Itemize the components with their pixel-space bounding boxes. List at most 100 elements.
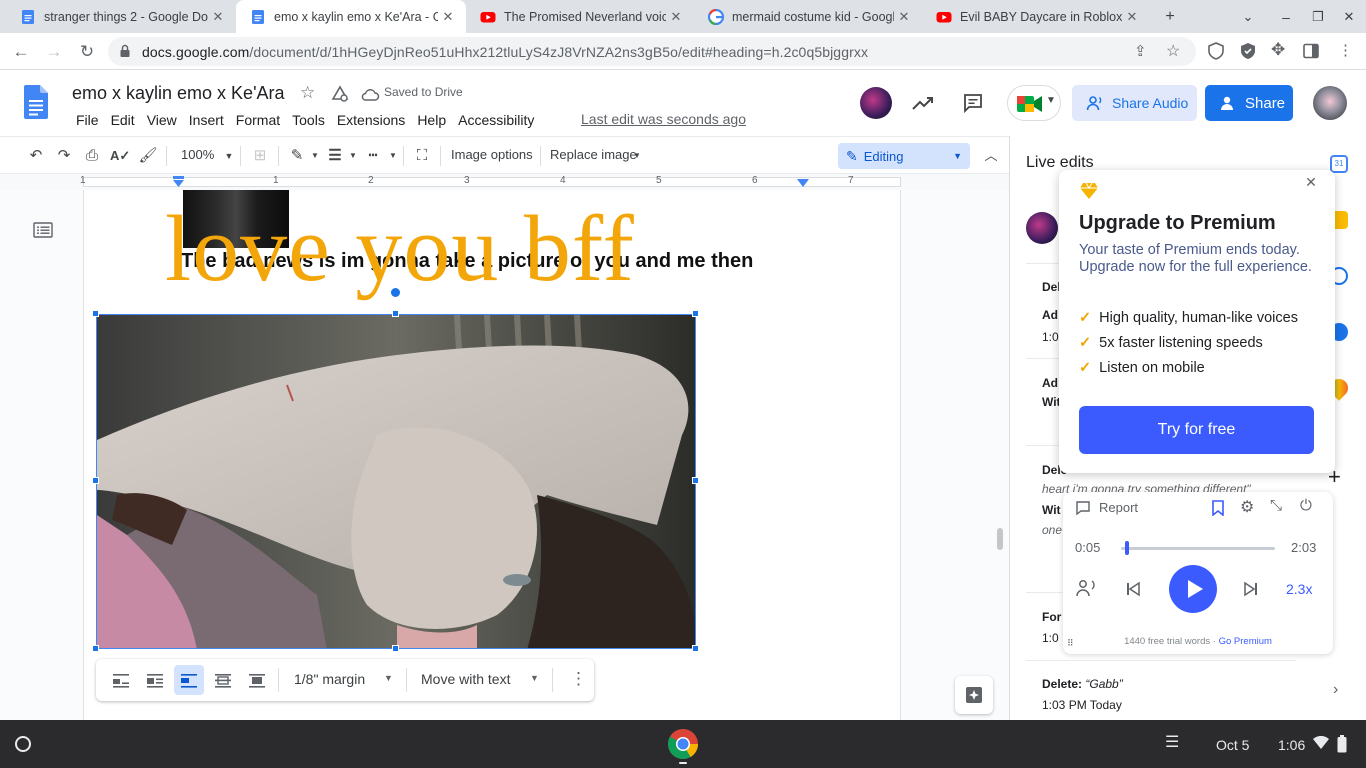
- report-flag-icon[interactable]: [1075, 500, 1091, 516]
- edit-item[interactable]: Ad: [1042, 376, 1058, 390]
- document-page[interactable]: The bad news is im gonna take a picture …: [83, 190, 901, 720]
- meet-button[interactable]: ▼: [1007, 85, 1061, 121]
- close-icon[interactable]: ✕: [1122, 9, 1142, 25]
- extension-shield-icon[interactable]: [1207, 42, 1225, 60]
- collapse-menus-icon[interactable]: ︿: [981, 146, 1001, 166]
- vertical-scrollbar-thumb[interactable]: [997, 528, 1003, 550]
- browser-menu-icon[interactable]: ⋮: [1338, 41, 1353, 59]
- progress-track[interactable]: [1121, 547, 1275, 550]
- minimize-player-icon[interactable]: ⤡: [1270, 497, 1282, 514]
- menu-insert[interactable]: Insert: [183, 111, 230, 131]
- break-text-icon[interactable]: [180, 671, 198, 689]
- wordart-text[interactable]: love you bff: [165, 202, 635, 296]
- forward-icon[interactable]: →: [41, 39, 67, 65]
- menu-file[interactable]: File: [70, 111, 105, 131]
- star-icon[interactable]: ☆: [300, 83, 320, 103]
- wifi-icon[interactable]: [1312, 736, 1330, 750]
- undo-icon[interactable]: ↶: [26, 146, 46, 166]
- tote-icon[interactable]: ☰: [1165, 732, 1179, 752]
- horizontal-ruler[interactable]: 1 1 2 3 4 5 6 7: [0, 174, 1009, 190]
- account-avatar[interactable]: [1313, 86, 1347, 120]
- editing-mode-select[interactable]: ✎ Editing ▼: [838, 143, 970, 169]
- position-select[interactable]: Move with text: [421, 671, 510, 687]
- add-comment-icon[interactable]: ⊞: [250, 146, 270, 166]
- chevron-down-icon[interactable]: ▼: [305, 146, 325, 166]
- left-indent-marker-icon[interactable]: [172, 176, 185, 188]
- wrap-inline-icon[interactable]: [112, 671, 130, 689]
- tab-stranger-things[interactable]: stranger things 2 - Google Doc ✕: [6, 0, 236, 33]
- collaborator-avatar[interactable]: [860, 87, 892, 119]
- skip-back-icon[interactable]: [1125, 581, 1141, 597]
- menu-help[interactable]: Help: [411, 111, 452, 131]
- zoom-select[interactable]: 100%: [181, 147, 214, 162]
- back-icon[interactable]: ←: [8, 39, 34, 65]
- redo-icon[interactable]: ↷: [54, 146, 74, 166]
- close-icon[interactable]: ✕: [894, 9, 914, 25]
- behind-text-icon[interactable]: [214, 671, 232, 689]
- report-button[interactable]: Report: [1099, 500, 1138, 515]
- tab-promised-neverland[interactable]: The Promised Neverland voice ✕: [466, 0, 694, 33]
- close-icon[interactable]: ✕: [208, 9, 228, 25]
- chevron-down-icon[interactable]: ▼: [219, 146, 239, 166]
- print-icon[interactable]: ⎙: [82, 146, 102, 166]
- settings-gear-icon[interactable]: ⚙: [1240, 497, 1254, 517]
- close-icon[interactable]: ✕: [666, 9, 686, 25]
- wrap-text-icon[interactable]: [146, 671, 164, 689]
- resize-handle-left[interactable]: [92, 477, 99, 484]
- image-options-button[interactable]: Image options: [451, 147, 533, 162]
- tab-evil-baby-daycare[interactable]: Evil BABY Daycare in Roblox B ✕: [922, 0, 1150, 33]
- in-front-of-text-icon[interactable]: [248, 671, 266, 689]
- explore-button[interactable]: [955, 676, 993, 714]
- document-title[interactable]: emo x kaylin emo x Ke'Ara: [72, 83, 285, 104]
- shelf-date[interactable]: Oct 5: [1216, 737, 1249, 753]
- power-icon[interactable]: ⏻: [1300, 497, 1312, 514]
- tab-mermaid-costume[interactable]: mermaid costume kid - Google ✕: [694, 0, 922, 33]
- crop-icon[interactable]: ⛶: [412, 146, 432, 166]
- reload-icon[interactable]: ↻: [74, 39, 100, 65]
- docs-logo-icon[interactable]: [24, 85, 48, 119]
- comments-icon[interactable]: [962, 92, 984, 114]
- bookmark-star-icon[interactable]: ☆: [1166, 41, 1180, 61]
- border-weight-icon[interactable]: ☰: [325, 146, 345, 166]
- resize-handle-top[interactable]: [392, 310, 399, 317]
- replace-image-button[interactable]: Replace image: [550, 147, 637, 162]
- edit-item[interactable]: Ad: [1042, 308, 1058, 322]
- edit-item[interactable]: For: [1042, 610, 1061, 624]
- chevron-right-icon[interactable]: ›: [1333, 681, 1338, 699]
- share-audio-button[interactable]: Share Audio: [1072, 85, 1197, 121]
- tab-emo-kaylin[interactable]: emo x kaylin emo x Ke'Ara - Go ✕: [236, 0, 466, 33]
- chevron-down-icon[interactable]: ▼: [384, 673, 393, 683]
- skip-forward-icon[interactable]: [1243, 581, 1259, 597]
- new-tab-icon[interactable]: +: [1159, 6, 1181, 28]
- activity-trend-icon[interactable]: [911, 93, 935, 113]
- margin-select[interactable]: 1/8" margin: [294, 671, 365, 687]
- menu-accessibility[interactable]: Accessibility: [452, 111, 540, 131]
- voice-select-icon[interactable]: [1075, 578, 1099, 598]
- edit-item-gabb[interactable]: Delete: “Gabb”: [1042, 677, 1123, 691]
- selected-photo[interactable]: [96, 314, 696, 649]
- share-page-icon[interactable]: ⇪: [1134, 42, 1147, 60]
- extensions-puzzle-icon[interactable]: ✥: [1271, 40, 1285, 60]
- go-premium-link[interactable]: Go Premium: [1219, 636, 1272, 647]
- border-dash-icon[interactable]: ┅: [363, 146, 383, 166]
- chevron-down-icon[interactable]: ▼: [383, 146, 403, 166]
- menu-view[interactable]: View: [141, 111, 183, 131]
- close-icon[interactable]: ✕: [438, 9, 458, 25]
- chevron-down-icon[interactable]: ▼: [343, 146, 363, 166]
- close-window-icon[interactable]: ✕: [1338, 6, 1360, 28]
- battery-icon[interactable]: [1337, 735, 1347, 753]
- resize-handle-bottom-left[interactable]: [92, 645, 99, 652]
- edit-item[interactable]: Wit: [1042, 503, 1061, 517]
- shelf-time[interactable]: 1:06: [1278, 737, 1305, 753]
- side-panel-icon[interactable]: [1303, 43, 1319, 59]
- try-for-free-button[interactable]: Try for free: [1079, 406, 1314, 454]
- address-bar[interactable]: docs.google.com/document/d/1hHGeyDjnReo5…: [108, 37, 1196, 66]
- calendar-icon[interactable]: 31: [1330, 155, 1348, 173]
- document-outline-icon[interactable]: [33, 222, 53, 238]
- chrome-icon[interactable]: [667, 728, 699, 760]
- menu-edit[interactable]: Edit: [105, 111, 141, 131]
- playback-speed[interactable]: 2.3x: [1286, 581, 1312, 597]
- share-button[interactable]: Share: [1205, 85, 1293, 121]
- menu-format[interactable]: Format: [230, 111, 286, 131]
- chevron-down-icon[interactable]: ▼: [530, 673, 539, 683]
